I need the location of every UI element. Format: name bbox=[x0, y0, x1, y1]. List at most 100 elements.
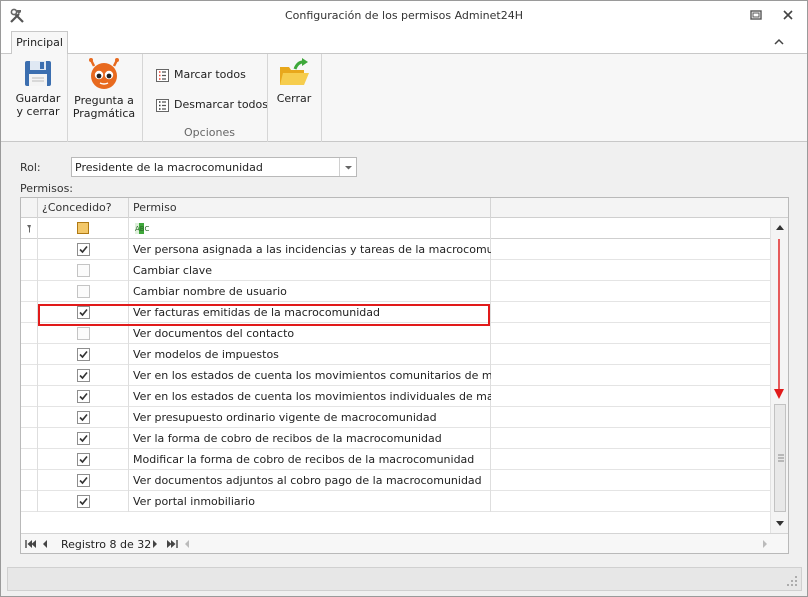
checkmark-icon bbox=[79, 350, 88, 359]
table-row[interactable]: Cambiar nombre de usuario bbox=[21, 281, 770, 302]
permission-text: Ver en los estados de cuenta los movimie… bbox=[133, 369, 491, 382]
record-counter: Registro 8 de 32 bbox=[61, 538, 152, 551]
rol-select[interactable]: Presidente de la macrocomunidad bbox=[71, 157, 357, 177]
resize-grip-icon[interactable] bbox=[786, 575, 798, 587]
options-group-label: Opciones bbox=[184, 126, 235, 139]
row-indicator[interactable] bbox=[21, 449, 38, 470]
table-row[interactable]: Ver documentos adjuntos al cobro pago de… bbox=[21, 470, 770, 491]
table-row[interactable]: Ver persona asignada a las incidencias y… bbox=[21, 239, 770, 260]
row-indicator[interactable] bbox=[21, 344, 38, 365]
col-header-granted[interactable]: ¿Concedido? bbox=[38, 198, 129, 218]
permission-text: Ver presupuesto ordinario vigente de mac… bbox=[133, 411, 437, 424]
scroll-right-icon[interactable] bbox=[761, 539, 769, 549]
ribbon-separator bbox=[142, 54, 143, 142]
scroll-thumb[interactable] bbox=[774, 404, 786, 512]
granted-checkbox[interactable] bbox=[77, 264, 90, 277]
ribbon: Guardar y cerrar Pregunta a Pragmática M… bbox=[1, 54, 807, 142]
collapse-ribbon-icon[interactable] bbox=[772, 36, 786, 48]
restore-button[interactable] bbox=[749, 8, 763, 22]
first-record-icon[interactable] bbox=[24, 539, 36, 549]
granted-checkbox[interactable] bbox=[77, 369, 90, 382]
mark-all-button[interactable]: Marcar todos bbox=[156, 66, 246, 84]
row-indicator[interactable] bbox=[21, 323, 38, 344]
ask-pragmatica-button[interactable]: Pregunta a Pragmática bbox=[72, 58, 136, 120]
permission-text: Modificar la forma de cobro de recibos d… bbox=[133, 453, 475, 466]
status-bar bbox=[7, 567, 802, 591]
filter-checkbox-icon bbox=[77, 222, 89, 234]
row-indicator[interactable] bbox=[21, 386, 38, 407]
granted-checkbox[interactable] bbox=[77, 453, 90, 466]
table-row[interactable]: Cambiar clave bbox=[21, 260, 770, 281]
indicator-header bbox=[21, 198, 38, 218]
permission-text: Ver persona asignada a las incidencias y… bbox=[133, 243, 491, 256]
save-label-1: Guardar bbox=[15, 92, 61, 105]
table-row[interactable]: Ver en los estados de cuenta los movimie… bbox=[21, 386, 770, 407]
row-indicator[interactable] bbox=[21, 302, 38, 323]
window-title: Configuración de los permisos Adminet24H bbox=[284, 9, 524, 22]
grip-icon bbox=[778, 454, 784, 462]
granted-checkbox[interactable] bbox=[77, 474, 90, 487]
list-check-icon bbox=[156, 69, 169, 82]
pragmatica-robot-icon bbox=[89, 58, 119, 89]
granted-checkbox[interactable] bbox=[77, 348, 90, 361]
permission-text: Ver en los estados de cuenta los movimie… bbox=[133, 390, 491, 403]
table-row[interactable]: Ver modelos de impuestos bbox=[21, 344, 770, 365]
open-folder-icon bbox=[280, 58, 309, 85]
scroll-up-icon[interactable] bbox=[774, 222, 786, 232]
filter-row: ABC bbox=[21, 218, 770, 239]
row-indicator[interactable] bbox=[21, 260, 38, 281]
table-row[interactable]: Ver presupuesto ordinario vigente de mac… bbox=[21, 407, 770, 428]
row-indicator[interactable] bbox=[21, 281, 38, 302]
filter-indicator bbox=[21, 218, 38, 239]
granted-checkbox[interactable] bbox=[77, 390, 90, 403]
checkmark-icon bbox=[79, 413, 88, 422]
table-row[interactable]: Modificar la forma de cobro de recibos d… bbox=[21, 449, 770, 470]
last-record-icon[interactable] bbox=[167, 539, 179, 549]
checkmark-icon bbox=[79, 455, 88, 464]
checkmark-icon bbox=[79, 476, 88, 485]
rol-label: Rol: bbox=[20, 161, 41, 174]
abc-letters: ABC bbox=[135, 225, 149, 233]
permission-text: Ver documentos adjuntos al cobro pago de… bbox=[133, 474, 482, 487]
filter-permission[interactable]: ABC bbox=[129, 218, 491, 239]
filter-granted[interactable] bbox=[38, 218, 129, 239]
row-indicator[interactable] bbox=[21, 407, 38, 428]
next-record-icon[interactable] bbox=[151, 539, 159, 549]
table-row[interactable]: Ver documentos del contacto bbox=[21, 323, 770, 344]
close-button[interactable]: Cerrar bbox=[273, 58, 315, 105]
row-indicator[interactable] bbox=[21, 239, 38, 260]
close-window-button[interactable] bbox=[781, 8, 795, 22]
ask-label-1: Pregunta a bbox=[74, 94, 134, 107]
row-indicator[interactable] bbox=[21, 365, 38, 386]
granted-checkbox[interactable] bbox=[77, 495, 90, 508]
horizontal-scrollbar[interactable] bbox=[183, 537, 773, 551]
table-row[interactable]: Ver la forma de cobro de recibos de la m… bbox=[21, 428, 770, 449]
prev-record-icon[interactable] bbox=[41, 539, 49, 549]
grid-header: ¿Concedido? Permiso bbox=[21, 198, 788, 218]
col-header-permission[interactable]: Permiso bbox=[129, 198, 491, 218]
checkmark-icon bbox=[79, 392, 88, 401]
unmark-all-button[interactable]: Desmarcar todos bbox=[156, 96, 268, 114]
table-row[interactable]: Ver portal inmobiliario bbox=[21, 491, 770, 512]
granted-checkbox[interactable] bbox=[77, 411, 90, 424]
permission-text: Ver portal inmobiliario bbox=[133, 495, 255, 508]
save-and-close-button[interactable]: Guardar y cerrar bbox=[10, 58, 66, 118]
granted-checkbox[interactable] bbox=[77, 243, 90, 256]
checkmark-icon bbox=[79, 497, 88, 506]
row-indicator[interactable] bbox=[21, 491, 38, 512]
row-indicator[interactable] bbox=[21, 428, 38, 449]
checkmark-icon bbox=[79, 434, 88, 443]
granted-checkbox[interactable] bbox=[77, 285, 90, 298]
scroll-arrow-annotation bbox=[774, 239, 784, 399]
ask-label-2: Pragmática bbox=[72, 107, 136, 120]
granted-checkbox[interactable] bbox=[77, 327, 90, 340]
rol-dropdown-button[interactable] bbox=[339, 158, 356, 176]
scroll-left-icon[interactable] bbox=[183, 539, 191, 549]
scroll-down-icon[interactable] bbox=[774, 519, 786, 529]
record-navigator: Registro 8 de 32 bbox=[21, 533, 788, 553]
table-row[interactable]: Ver en los estados de cuenta los movimie… bbox=[21, 365, 770, 386]
tab-principal[interactable]: Principal bbox=[11, 31, 68, 55]
row-indicator[interactable] bbox=[21, 470, 38, 491]
granted-checkbox[interactable] bbox=[77, 432, 90, 445]
highlighted-row-annotation bbox=[38, 304, 490, 326]
